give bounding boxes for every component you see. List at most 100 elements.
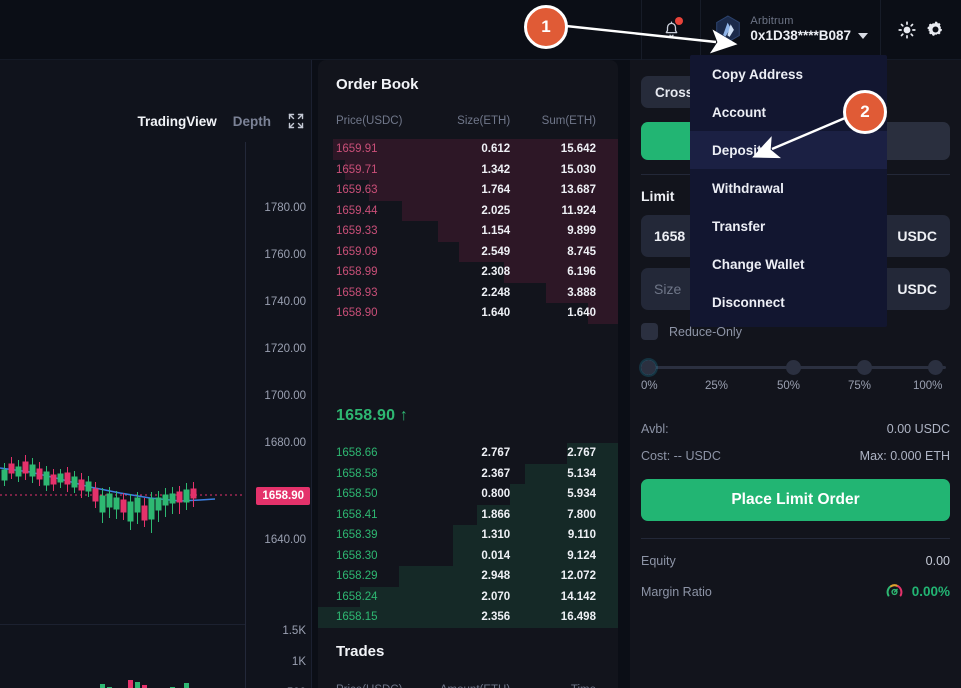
slider-label-0: 0%: [641, 380, 658, 392]
price-tick: 1700.00: [264, 390, 306, 402]
slider-node-25[interactable]: [641, 360, 656, 375]
cell-size: 2.025: [481, 204, 511, 217]
cell-size: 2.356: [481, 611, 511, 624]
wallet-text: Arbitrum 0x1D38****B087: [750, 15, 868, 43]
slider-node-100[interactable]: [928, 360, 943, 375]
order-book-row[interactable]: 1658.58 2.367 5.134: [318, 463, 618, 484]
size-input-placeholder: Size: [654, 281, 682, 297]
cell-price: 1658.39: [336, 529, 378, 542]
cell-sum: 2.767: [567, 447, 596, 460]
order-book-panel: Order Book Price(USDC) Size(ETH) Sum(ETH…: [318, 60, 618, 688]
order-book-mid-price: 1658.90 ↑: [336, 407, 409, 424]
margin-ratio-right: 0.00%: [886, 583, 950, 600]
price-tick: 1720.00: [264, 343, 306, 355]
menu-item-change-wallet[interactable]: Change Wallet: [690, 245, 887, 283]
cell-sum: 11.924: [561, 204, 596, 217]
price-input-value: 1658: [654, 228, 686, 244]
expand-icon: [288, 113, 304, 129]
order-book-row[interactable]: 1658.24 2.070 14.142: [318, 586, 618, 607]
cell-size: 0.612: [481, 143, 511, 156]
menu-item-copy-address[interactable]: Copy Address: [690, 55, 887, 93]
column-header-price: Price(USDC): [336, 115, 403, 127]
trades-header: Price(USDC) Amount(ETH) Time: [318, 684, 618, 688]
cell-sum: 14.142: [560, 590, 596, 603]
cell-price: 1659.91: [336, 143, 378, 156]
theme-toggle-button[interactable]: [893, 0, 921, 60]
cell-sum: 1.640: [567, 307, 596, 320]
settings-button[interactable]: [921, 0, 949, 60]
price-tick: 1780.00: [264, 202, 306, 214]
cell-price: 1658.90: [336, 307, 378, 320]
max-label: Max: 0.000 ETH: [859, 449, 950, 463]
cell-size: 1.640: [481, 307, 511, 320]
gauge-icon: [886, 584, 903, 597]
expand-chart-button[interactable]: [287, 112, 305, 130]
reduce-only-checkbox[interactable]: [641, 323, 658, 340]
trades-title: Trades: [336, 643, 385, 660]
cell-price: 1658.15: [336, 611, 378, 624]
order-book-row[interactable]: 1658.30 0.014 9.124: [318, 545, 618, 566]
cell-sum: 6.196: [567, 266, 596, 279]
order-book-row[interactable]: 1659.71 1.342 15.030: [318, 159, 618, 180]
order-book-row[interactable]: 1658.41 1.866 7.800: [318, 504, 618, 525]
order-book-row[interactable]: 1658.93 2.248 3.888: [318, 282, 618, 303]
cell-size: 1.866: [481, 508, 511, 521]
menu-item-deposit[interactable]: Deposit: [690, 131, 887, 169]
cell-size: 2.070: [481, 590, 511, 603]
price-unit: USDC: [897, 228, 937, 244]
price-tick: 1740.00: [264, 296, 306, 308]
wallet-menu-button[interactable]: Arbitrum 0x1D38****B087: [701, 0, 880, 60]
slider-node-50[interactable]: [786, 360, 801, 375]
notification-dot: [675, 16, 684, 25]
chevron-down-icon: [858, 32, 868, 39]
available-row: Avbl: 0.00 USDC: [641, 422, 950, 436]
equity-value: 0.00: [925, 554, 950, 568]
order-book-row[interactable]: 1659.09 2.549 8.745: [318, 241, 618, 262]
candlestick-plot[interactable]: [0, 142, 245, 624]
header-divider: [880, 0, 881, 60]
slider-label-50: 50%: [777, 380, 801, 392]
cell-size: 0.014: [481, 549, 511, 562]
cell-sum: 9.110: [567, 529, 596, 542]
order-book-row[interactable]: 1659.63 1.764 13.687: [318, 180, 618, 201]
cell-sum: 15.642: [560, 143, 596, 156]
order-book-row[interactable]: 1658.99 2.308 6.196: [318, 262, 618, 283]
menu-item-withdrawal[interactable]: Withdrawal: [690, 169, 887, 207]
slider-node-75[interactable]: [857, 360, 872, 375]
equity-row: Equity 0.00: [641, 554, 950, 568]
order-book-row[interactable]: 1658.29 2.948 12.072: [318, 566, 618, 587]
available-label: Avbl:: [641, 422, 669, 436]
cell-size: 2.308: [481, 266, 511, 279]
cell-price: 1658.50: [336, 488, 378, 501]
network-label: Arbitrum: [750, 15, 794, 28]
size-percent-slider[interactable]: 0% 25% 50% 75% 100%: [641, 360, 950, 400]
cell-sum: 5.934: [567, 488, 596, 501]
cell-price: 1658.58: [336, 467, 378, 480]
order-book-row[interactable]: 1659.91 0.612 15.642: [318, 139, 618, 160]
volume-tick: 1K: [291, 656, 306, 668]
available-value: 0.00 USDC: [886, 422, 950, 436]
tab-tradingview[interactable]: TradingView: [137, 114, 216, 129]
order-book-row[interactable]: 1659.33 1.154 9.899: [318, 221, 618, 242]
place-order-button[interactable]: Place Limit Order: [641, 479, 950, 521]
order-book-row[interactable]: 1658.66 2.767 2.767: [318, 443, 618, 464]
cell-price: 1658.30: [336, 549, 378, 562]
order-book-row[interactable]: 1658.50 0.800 5.934: [318, 484, 618, 505]
notifications-button[interactable]: [642, 0, 700, 60]
chart-panel: TradingView Depth 1780.00 1760.00 1740.0…: [0, 60, 312, 688]
cell-price: 1659.71: [336, 163, 378, 176]
gear-icon: [926, 21, 942, 36]
volume-plot: [0, 624, 245, 688]
cell-sum: 8.745: [567, 245, 596, 258]
menu-item-transfer[interactable]: Transfer: [690, 207, 887, 245]
cost-label: Cost: -- USDC: [641, 449, 721, 463]
app-header: Arbitrum 0x1D38****B087: [0, 0, 961, 60]
order-book-row[interactable]: 1658.15 2.356 16.498: [318, 607, 618, 628]
menu-item-disconnect[interactable]: Disconnect: [690, 283, 887, 321]
wallet-address: 0x1D38****B087: [750, 28, 868, 44]
order-book-row[interactable]: 1659.44 2.025 11.924: [318, 200, 618, 221]
column-header-sum: Sum(ETH): [541, 115, 596, 127]
order-book-row[interactable]: 1658.90 1.640 1.640: [318, 303, 618, 324]
order-book-row[interactable]: 1658.39 1.310 9.110: [318, 525, 618, 546]
tab-depth[interactable]: Depth: [233, 114, 271, 129]
